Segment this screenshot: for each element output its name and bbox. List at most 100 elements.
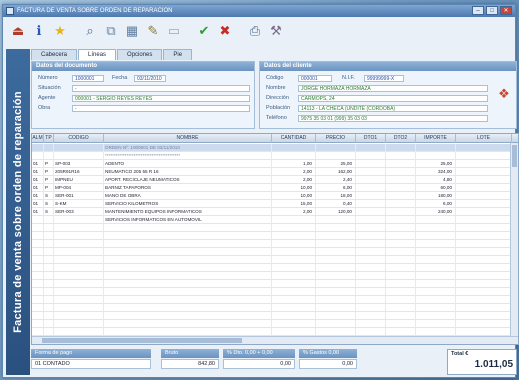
gastos-label: % Gastos 0,00 xyxy=(299,349,357,358)
print-icon[interactable]: ⎙ xyxy=(246,22,264,40)
cell-lote xyxy=(456,168,512,176)
situacion-field[interactable]: - xyxy=(72,85,250,92)
column-header-lote[interactable]: LOTE xyxy=(456,134,512,143)
empty-row[interactable] xyxy=(32,328,518,336)
exit-icon[interactable]: ⏏ xyxy=(9,22,27,40)
empty-row[interactable] xyxy=(32,280,518,288)
empty-row[interactable] xyxy=(32,224,518,232)
empty-row[interactable] xyxy=(32,304,518,312)
empty-row[interactable] xyxy=(32,296,518,304)
search-icon[interactable]: ⌕ xyxy=(81,22,99,40)
fecha-field[interactable]: 03/11/2010 xyxy=(134,75,166,82)
grid-icon[interactable]: ▦ xyxy=(123,22,141,40)
empty-row[interactable] xyxy=(32,288,518,296)
cell-nombre: ORDEN Nº: 1000001 DE 03/11/2010 xyxy=(104,144,272,152)
table-row[interactable]: 01 S SER-003 MANTENIMIENTO EQUIPOS INFORMAT… xyxy=(32,208,518,216)
column-header-codigo[interactable]: CODIGO xyxy=(54,134,104,143)
direccion-field[interactable]: CARMOPS, 24 xyxy=(298,95,488,102)
empty-row[interactable] xyxy=(32,320,518,328)
column-header-nombre[interactable]: NOMBRE xyxy=(104,134,272,143)
copy-icon[interactable]: ⧉ xyxy=(102,22,120,40)
cell-dto2 xyxy=(386,208,416,216)
telefono-field[interactable]: 9975 35 03 01 (999) 35 03 03 xyxy=(298,115,488,122)
tab-pie[interactable]: Pie xyxy=(163,49,193,60)
tab-cabecera[interactable]: Cabecera xyxy=(31,49,78,60)
column-header-cantidad[interactable]: CANTIDAD xyxy=(272,134,316,143)
obra-field[interactable]: - xyxy=(72,105,250,112)
empty-cell xyxy=(386,296,416,304)
table-row[interactable]: 01 P 205R91R16 NEUMATICO 205 55 R 16 2,00 162… xyxy=(32,168,518,176)
codigo-field[interactable]: 000001 xyxy=(298,75,332,82)
empty-cell xyxy=(386,280,416,288)
empty-row[interactable] xyxy=(32,272,518,280)
cell-codigo xyxy=(54,152,104,160)
empty-cell xyxy=(416,256,456,264)
column-header-dto1[interactable]: DTO1 xyxy=(356,134,386,143)
tools-icon[interactable]: ⚒ xyxy=(267,22,285,40)
edit-icon[interactable]: ✎ xyxy=(144,22,162,40)
minimize-button[interactable]: – xyxy=(472,6,484,15)
empty-row[interactable] xyxy=(32,232,518,240)
dto-field[interactable]: 0,00 xyxy=(223,359,295,369)
nif-field[interactable]: 99999999-X xyxy=(364,75,404,82)
empty-cell xyxy=(356,224,386,232)
cancel-icon[interactable]: ✖ xyxy=(216,22,234,40)
column-header-precio[interactable]: PRECIO xyxy=(316,134,356,143)
cell-alm: 01 xyxy=(32,176,44,184)
table-row[interactable]: 01 P MP-004 BARNIZ TAPAPOROS 10,00 6,00 60,00 xyxy=(32,184,518,192)
empty-cell xyxy=(104,264,272,272)
tab-opciones[interactable]: Opciones xyxy=(117,49,163,60)
empty-cell xyxy=(104,224,272,232)
toolbar: ⏏ ℹ ★ ⌕ ⧉ ▦ ✎ ▭ ✔ ✖ ⎙ ⚒ xyxy=(9,19,509,43)
tab-lineas[interactable]: Líneas xyxy=(78,49,117,60)
fecha-label: Fecha xyxy=(112,75,128,81)
table-row[interactable]: ORDEN Nº: 1000001 DE 03/11/2010 xyxy=(32,144,518,152)
cell-precio: 0,40 xyxy=(316,200,356,208)
confirm-icon[interactable]: ✔ xyxy=(195,22,213,40)
maximize-button[interactable]: □ xyxy=(486,6,498,15)
empty-row[interactable] xyxy=(32,240,518,248)
cell-precio: 18,00 xyxy=(316,192,356,200)
horizontal-scroll-thumb[interactable] xyxy=(42,338,242,343)
empty-cell xyxy=(32,248,44,256)
poblacion-field[interactable]: 14113 - LA CHECA (UNDITE (CORDOBA) xyxy=(298,105,488,112)
toolbar-separator xyxy=(186,22,192,40)
numero-field[interactable]: 1000001 xyxy=(72,75,104,82)
table-row[interactable]: 01 S SER-001 MANO DE OBRA 10,00 18,00 180,00 xyxy=(32,192,518,200)
cell-importe: 240,00 xyxy=(416,208,456,216)
empty-cell xyxy=(44,248,54,256)
horizontal-scrollbar[interactable] xyxy=(32,336,518,344)
page-icon[interactable]: ▭ xyxy=(165,22,183,40)
column-header-tp[interactable]: TP xyxy=(44,134,54,143)
info-icon[interactable]: ℹ xyxy=(30,22,48,40)
nombre-field[interactable]: JORGE HORMAZA HORMAZA xyxy=(298,85,488,92)
client-card-icon[interactable]: ❖ xyxy=(496,86,512,102)
star-icon[interactable]: ★ xyxy=(51,22,69,40)
table-row[interactable]: 01 P IMPNEU APORT. RECICLAJE NEUMATICOS 2,00… xyxy=(32,176,518,184)
empty-cell xyxy=(356,280,386,288)
empty-row[interactable] xyxy=(32,264,518,272)
column-header-dto2[interactable]: DTO2 xyxy=(386,134,416,143)
agente-field[interactable]: 000001 - SERGIO REYES REYES xyxy=(72,95,250,102)
cell-importe: 25,00 xyxy=(416,160,456,168)
column-header-importe[interactable]: IMPORTE xyxy=(416,134,456,143)
close-button[interactable]: ✕ xyxy=(500,6,512,15)
vertical-scrollbar[interactable] xyxy=(510,143,518,336)
empty-cell xyxy=(316,304,356,312)
table-row[interactable]: 01 P SP-003 ADENTO 1,00 25,00 25,00 xyxy=(32,160,518,168)
column-header-alm[interactable]: ALM xyxy=(32,134,44,143)
empty-cell xyxy=(356,248,386,256)
table-row[interactable]: SERVICIOS INFORMATICOS EN AUTOMOVIL xyxy=(32,216,518,224)
table-row[interactable]: 01 S S-KM SERVICIO KILOMETROS 15,00 0,40 6,00 xyxy=(32,200,518,208)
gastos-field[interactable]: 0,00 xyxy=(299,359,357,369)
table-row[interactable]: ****************************************… xyxy=(32,152,518,160)
vertical-scroll-thumb[interactable] xyxy=(512,145,517,167)
cell-alm: 01 xyxy=(32,208,44,216)
cell-importe xyxy=(416,152,456,160)
empty-row[interactable] xyxy=(32,312,518,320)
cell-alm xyxy=(32,216,44,224)
forma-pago-field[interactable]: 01 CONTADO xyxy=(31,359,151,369)
empty-row[interactable] xyxy=(32,256,518,264)
empty-row[interactable] xyxy=(32,248,518,256)
cell-tp: S xyxy=(44,208,54,216)
